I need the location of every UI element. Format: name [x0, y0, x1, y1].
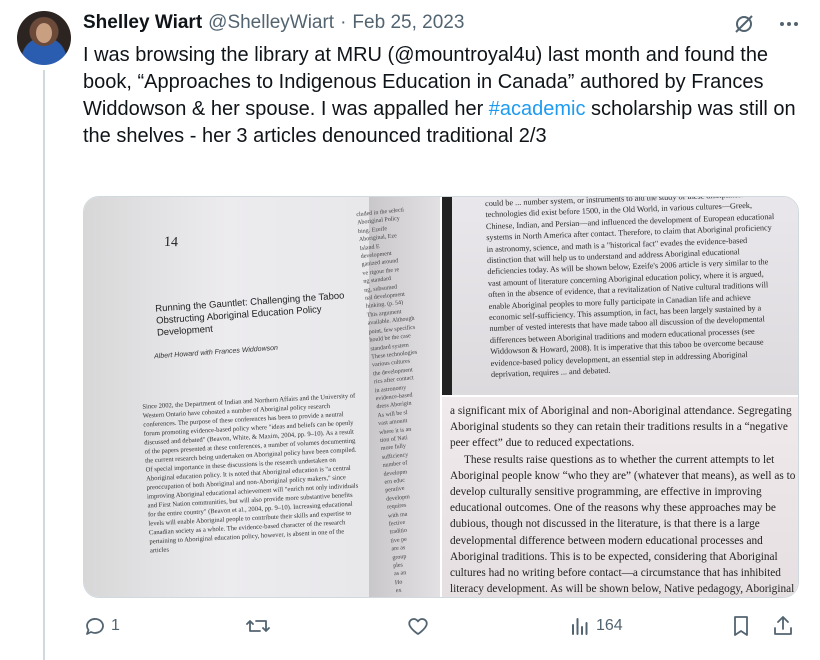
- avatar-face: [36, 23, 52, 43]
- tweet-date[interactable]: Feb 25, 2023: [352, 12, 464, 34]
- photo-edge: [442, 197, 452, 395]
- tweet-header: Shelley Wiart @ShelleyWiart · Feb 25, 20…: [83, 12, 464, 34]
- photo-book-page-two[interactable]: could be ... number system, or instrumen…: [442, 197, 798, 395]
- hashtag-link[interactable]: #academic: [489, 98, 586, 120]
- page-three-paragraph-2: These results raise questions as to whet…: [450, 453, 796, 596]
- photo-book-page-three[interactable]: a significant mix of Aboriginal and non-…: [442, 397, 798, 597]
- like-button[interactable]: [406, 614, 434, 638]
- thread-line: [43, 70, 45, 660]
- share-button[interactable]: [771, 614, 795, 638]
- page-number: 14: [163, 234, 179, 251]
- retweet-icon: [245, 614, 271, 638]
- page-two-text: could be ... number system, or instrumen…: [484, 197, 775, 380]
- heart-icon: [406, 614, 430, 638]
- page-three-text: a significant mix of Aboriginal and non-…: [450, 403, 796, 597]
- bookmark-icon: [729, 614, 753, 638]
- grok-slash-icon[interactable]: [732, 12, 756, 36]
- reply-button[interactable]: 1: [83, 614, 120, 638]
- more-icon[interactable]: [778, 13, 800, 35]
- page-three-paragraph-1: a significant mix of Aboriginal and non-…: [450, 405, 792, 450]
- photo-book-chapter[interactable]: 14 Running the Gauntlet: Challenging the…: [84, 197, 440, 597]
- retweet-button[interactable]: [245, 614, 275, 638]
- chapter-title: Running the Gauntlet: Challenging the Ta…: [154, 290, 345, 339]
- chapter-body-text: Since 2002, the Department of Indian and…: [142, 392, 359, 555]
- avatar[interactable]: [17, 11, 71, 65]
- reply-count: 1: [111, 617, 120, 634]
- header-icons: [732, 12, 800, 36]
- bookmark-button[interactable]: [729, 614, 753, 638]
- views-icon: [568, 614, 592, 638]
- action-bar: 1 164: [83, 614, 803, 644]
- tweet-text: I was browsing the library at MRU (@moun…: [83, 42, 803, 150]
- separator-dot: ·: [340, 12, 347, 33]
- share-icon: [771, 614, 795, 638]
- author-handle[interactable]: @ShelleyWiart: [208, 12, 334, 34]
- author-name[interactable]: Shelley Wiart: [83, 12, 202, 34]
- views-count: 164: [596, 617, 623, 634]
- views-button[interactable]: 164: [568, 614, 623, 638]
- reply-icon: [83, 614, 107, 638]
- chapter-authors: Albert Howard with Frances Widdowson: [153, 344, 279, 361]
- media-grid: 14 Running the Gauntlet: Challenging the…: [83, 196, 799, 598]
